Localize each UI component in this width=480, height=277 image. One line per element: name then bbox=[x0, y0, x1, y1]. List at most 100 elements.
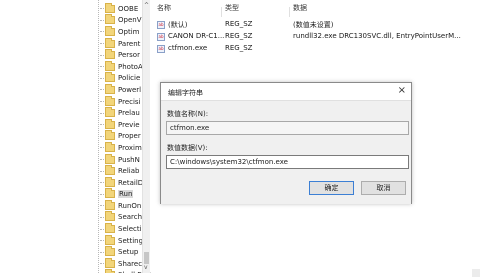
tree-item[interactable]: Policie bbox=[100, 72, 143, 85]
tree-item[interactable]: OOBE bbox=[100, 2, 143, 15]
string-value-icon: ab bbox=[157, 45, 165, 53]
folder-icon bbox=[105, 269, 115, 273]
column-divider[interactable] bbox=[289, 7, 290, 17]
tree-connector bbox=[100, 251, 104, 253]
tree-item-label: Powerl bbox=[118, 85, 142, 94]
list-row[interactable]: ab CANON DR-C1... REG_SZ rundll32.exe DR… bbox=[151, 32, 476, 43]
dialog-title: 编辑字符串 bbox=[168, 89, 203, 97]
tree-item[interactable]: Shell E bbox=[100, 269, 143, 273]
folder-icon bbox=[105, 118, 115, 129]
registry-editor-window: OOBE OpenV Optim Parent Persor PhotoA Policie P… bbox=[0, 0, 476, 273]
close-icon[interactable]: × bbox=[398, 85, 406, 96]
folder-icon bbox=[105, 37, 115, 48]
tree-item[interactable]: PushN bbox=[100, 153, 143, 166]
tree-item[interactable]: Proxim bbox=[100, 141, 143, 154]
tree-item-label: Proxim bbox=[118, 143, 142, 152]
tree-item-label: Previe bbox=[118, 120, 140, 129]
tree-item[interactable]: Powerl bbox=[100, 83, 143, 96]
tree-item-label: Prelau bbox=[118, 109, 140, 118]
value-name-label: 数值名称(N): bbox=[167, 110, 209, 118]
tree-item-label: Setup bbox=[118, 248, 139, 257]
tree-connector bbox=[100, 205, 104, 207]
column-header-data[interactable]: 数据 bbox=[293, 3, 307, 13]
tree-item-label: RunOn bbox=[118, 201, 142, 210]
tree-item[interactable]: Setup bbox=[100, 246, 143, 258]
folder-icon bbox=[105, 95, 115, 106]
scroll-down-icon[interactable]: v bbox=[144, 264, 148, 271]
tree-items: OOBE OpenV Optim Parent Persor PhotoA Policie P… bbox=[100, 2, 144, 273]
tree-item-label: OpenV bbox=[118, 16, 142, 25]
tree-item[interactable]: Selecti bbox=[100, 223, 143, 235]
tree-item-label: OOBE bbox=[118, 4, 139, 13]
folder-icon bbox=[105, 211, 115, 222]
folder-icon bbox=[105, 188, 115, 199]
tree-connector bbox=[100, 101, 104, 103]
tree-item[interactable]: RunOn bbox=[100, 199, 143, 212]
tree-item[interactable]: Reliab bbox=[100, 165, 143, 177]
column-divider[interactable] bbox=[221, 7, 222, 17]
value-name: (默认) bbox=[168, 21, 188, 29]
tree-item[interactable]: Search bbox=[100, 211, 143, 224]
tree-item-label: Search bbox=[118, 213, 143, 222]
list-row[interactable]: ab (默认) REG_SZ (数值未设置) bbox=[151, 20, 476, 31]
window-corner bbox=[472, 269, 480, 277]
tree-item[interactable]: OpenV bbox=[100, 14, 143, 27]
folder-icon bbox=[105, 25, 115, 36]
value-type: REG_SZ bbox=[225, 44, 253, 52]
ok-button[interactable]: 确定 bbox=[309, 181, 354, 195]
folder-icon bbox=[105, 199, 115, 210]
list-row[interactable]: ab ctfmon.exe REG_SZ bbox=[151, 44, 476, 55]
value-name-field: ctfmon.exe bbox=[166, 121, 409, 135]
tree-item[interactable]: Previe bbox=[100, 118, 143, 131]
tree-item[interactable]: Optim bbox=[100, 25, 143, 38]
tree-connector bbox=[100, 135, 104, 137]
tree-item[interactable]: Parent bbox=[100, 37, 143, 50]
value-type: REG_SZ bbox=[225, 32, 253, 40]
tree-scrollbar[interactable]: ^ v bbox=[142, 0, 150, 273]
value-data-input[interactable]: C:\windows\system32\ctfmon.exe bbox=[166, 155, 409, 169]
tree-connector bbox=[100, 19, 104, 21]
cancel-button[interactable]: 取消 bbox=[361, 181, 406, 195]
tree-item-label: Sharec bbox=[118, 259, 143, 268]
tree-connector bbox=[100, 124, 104, 126]
value-name: ctfmon.exe bbox=[168, 44, 208, 52]
column-header-name[interactable]: 名称 bbox=[157, 3, 171, 13]
folder-icon bbox=[105, 130, 115, 141]
tree-item[interactable]: Prelau bbox=[100, 107, 143, 119]
tree-connector bbox=[100, 240, 104, 242]
registry-tree-pane: OOBE OpenV Optim Parent Persor PhotoA Policie P… bbox=[0, 0, 150, 273]
tree-item-label: Selecti bbox=[118, 225, 142, 234]
tree-item[interactable]: Setting bbox=[100, 234, 144, 247]
tree-item-label: Proper bbox=[118, 132, 141, 141]
tree-item[interactable]: Precisi bbox=[100, 95, 143, 108]
tree-connector bbox=[100, 31, 104, 33]
tree-item[interactable]: Persor bbox=[100, 49, 143, 61]
tree-item[interactable]: Run bbox=[100, 188, 143, 201]
folder-icon bbox=[105, 107, 115, 118]
tree-item-label: Policie bbox=[118, 74, 141, 83]
tree-connector bbox=[100, 147, 104, 149]
folder-icon bbox=[105, 83, 115, 94]
folder-icon bbox=[105, 246, 115, 257]
tree-connector bbox=[100, 159, 104, 161]
tree-item[interactable]: RetailD bbox=[100, 176, 144, 189]
tree-connector bbox=[100, 43, 104, 45]
folder-icon bbox=[105, 141, 115, 152]
tree-item-label: Shell E bbox=[118, 271, 142, 273]
tree-connector bbox=[100, 193, 104, 195]
tree-item-label: Setting bbox=[118, 236, 144, 245]
tree-connector bbox=[100, 54, 104, 56]
tree-item[interactable]: PhotoA bbox=[100, 60, 143, 73]
folder-icon bbox=[105, 176, 115, 187]
value-data-label: 数值数据(V): bbox=[167, 144, 208, 152]
string-value-icon: ab bbox=[157, 33, 165, 41]
tree-item-label: RetailD bbox=[118, 178, 144, 187]
column-header-type[interactable]: 类型 bbox=[225, 3, 239, 13]
scroll-thumb[interactable] bbox=[144, 252, 149, 264]
tree-item-label: PhotoA bbox=[118, 62, 143, 71]
edit-string-dialog: 编辑字符串 × 数值名称(N): ctfmon.exe 数值数据(V): C:\… bbox=[160, 82, 412, 204]
tree-item[interactable]: Proper bbox=[100, 130, 143, 143]
tree-item[interactable]: Sharec bbox=[100, 257, 143, 270]
scroll-up-icon[interactable]: ^ bbox=[144, 2, 149, 9]
tree-guide-line bbox=[98, 0, 99, 273]
